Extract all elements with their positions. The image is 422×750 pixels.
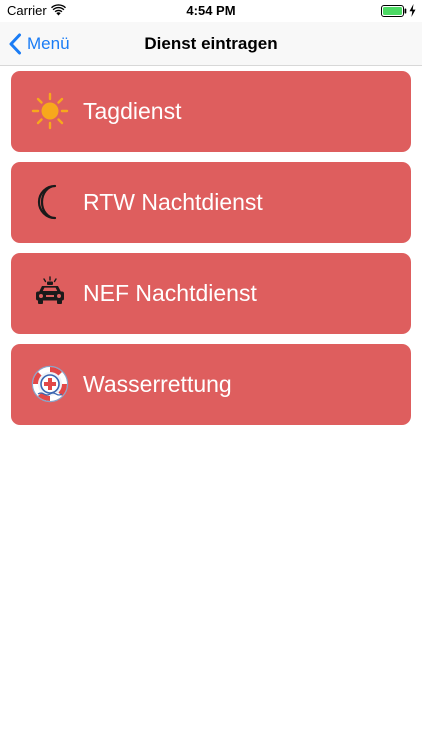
moon-icon	[37, 184, 57, 220]
duty-label: NEF Nachtdienst	[83, 280, 257, 306]
duty-button-nef-nachtdienst[interactable]: NEF Nachtdienst	[11, 253, 411, 334]
duty-list: Tagdienst RTW Nachtdienst NEF Nachtdiens…	[11, 71, 411, 435]
screen: Carrier 4:54 PM Menü Dienst eintragen Ta…	[0, 0, 422, 750]
duty-button-tagdienst[interactable]: Tagdienst	[11, 71, 411, 152]
battery-icon	[381, 5, 407, 17]
navigation-bar: Menü Dienst eintragen	[0, 22, 422, 66]
lifebuoy-icon	[31, 365, 69, 403]
duty-label: Wasserrettung	[83, 371, 232, 397]
clock-label: 4:54 PM	[186, 3, 236, 18]
emergency-car-icon	[36, 276, 64, 304]
back-button-label: Menü	[27, 34, 70, 53]
chevron-left-icon	[9, 33, 21, 55]
charging-bolt-icon	[409, 4, 416, 17]
duty-label: Tagdienst	[83, 98, 182, 124]
sun-icon	[31, 92, 69, 130]
duty-button-wasserrettung[interactable]: Wasserrettung	[11, 344, 411, 425]
status-bar: Carrier 4:54 PM	[0, 0, 422, 22]
duty-label: RTW Nachtdienst	[83, 189, 263, 215]
duty-button-rtw-nachtdienst[interactable]: RTW Nachtdienst	[11, 162, 411, 243]
back-button[interactable]: Menü	[8, 22, 70, 66]
